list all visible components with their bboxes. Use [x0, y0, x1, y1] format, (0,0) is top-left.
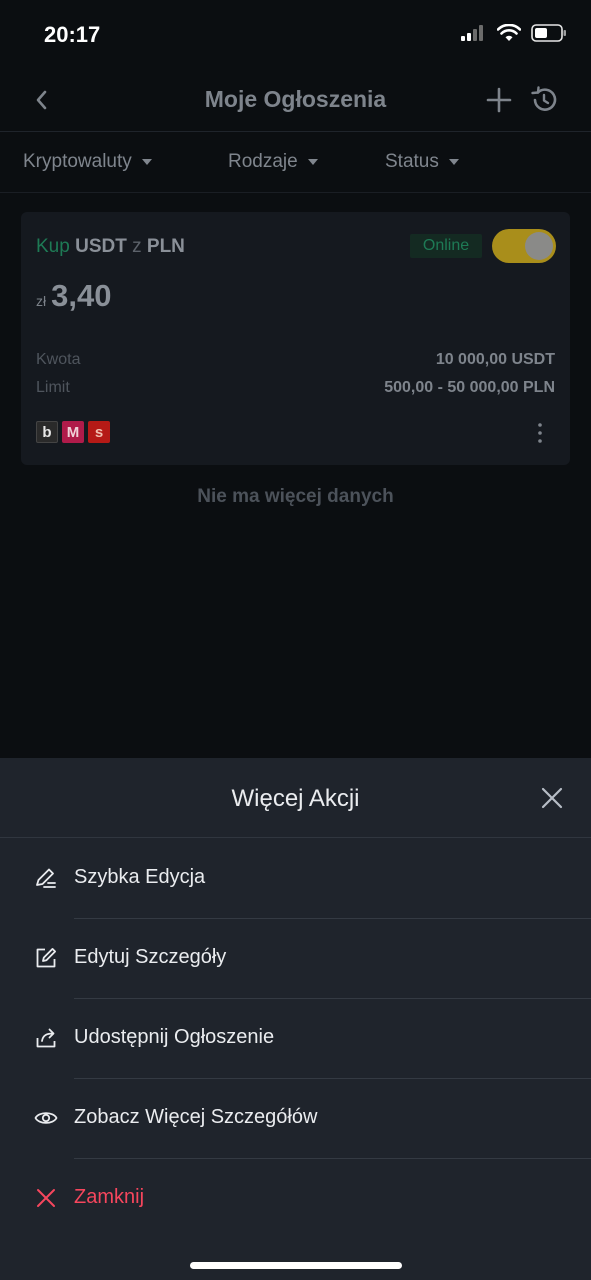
action-close[interactable]: Zamknij — [0, 1159, 591, 1239]
action-label: Zamknij — [74, 1186, 145, 1208]
ad-side: Kup — [36, 236, 70, 257]
action-edit-details[interactable]: Edytuj Szczegóły — [0, 919, 591, 999]
home-indicator[interactable] — [190, 1262, 402, 1269]
share-icon — [36, 1028, 56, 1048]
sheet-title: Więcej Akcji — [231, 785, 360, 812]
filter-status[interactable]: Status — [385, 151, 459, 173]
eye-icon — [34, 1112, 58, 1124]
limit-value: 500,00 - 50 000,00 PLN — [384, 379, 555, 396]
limit-label: Limit — [36, 379, 70, 396]
list-end-text: Nie ma więcej danych — [197, 486, 394, 507]
ad-card[interactable]: Kup USDT z PLN Online zł 3,40 Kwota 10 0… — [21, 212, 570, 465]
ad-price: zł 3,40 — [36, 278, 111, 314]
amount-value: 10 000,00 USDT — [435, 351, 555, 368]
filter-crypto[interactable]: Kryptowaluty — [23, 151, 152, 173]
quick-edit-icon — [36, 868, 56, 888]
filter-type-label: Rodzaje — [228, 151, 298, 172]
caret-down-icon — [307, 159, 318, 165]
status-time: 20:17 — [44, 22, 101, 47]
payment-method-icon: s — [88, 421, 110, 443]
filter-type[interactable]: Rodzaje — [228, 151, 318, 173]
payment-methods: b M s — [36, 421, 110, 443]
status-bar: 20:17 — [0, 0, 591, 70]
caret-down-icon — [448, 159, 459, 165]
status-badge: Online — [410, 234, 482, 258]
filter-bar: Kryptowaluty Rodzaje Status — [0, 133, 591, 193]
sheet-header: Więcej Akcji — [0, 758, 591, 838]
price-value: 3,40 — [51, 278, 112, 313]
payment-method-icon: b — [36, 421, 58, 443]
ad-fiat: PLN — [146, 236, 185, 257]
action-quick-edit[interactable]: Szybka Edycja — [0, 839, 591, 919]
cellular-signal-icon — [461, 25, 483, 41]
ad-connector: z — [132, 236, 142, 257]
history-icon[interactable] — [529, 85, 559, 115]
wifi-icon — [497, 24, 521, 41]
more-actions-sheet: Więcej Akcji Szybka Edycja Edytuj Szczeg… — [0, 758, 591, 1280]
add-icon[interactable] — [485, 86, 513, 114]
action-label: Zobacz Więcej Szczegółów — [74, 1106, 318, 1128]
caret-down-icon — [141, 159, 152, 165]
toggle-knob — [525, 232, 553, 260]
action-label: Udostępnij Ogłoszenie — [74, 1026, 275, 1048]
close-icon[interactable] — [539, 785, 565, 811]
ad-online-toggle[interactable] — [492, 229, 556, 263]
amount-label: Kwota — [36, 351, 81, 368]
action-label: Szybka Edycja — [74, 866, 206, 888]
action-label: Edytuj Szczegóły — [74, 946, 227, 968]
ad-title: Kup USDT z PLN — [36, 236, 185, 258]
close-icon — [37, 1189, 55, 1207]
ad-asset: USDT — [75, 236, 127, 257]
filter-crypto-label: Kryptowaluty — [23, 151, 132, 172]
price-currency: zł — [36, 293, 47, 309]
action-share[interactable]: Udostępnij Ogłoszenie — [0, 999, 591, 1079]
payment-method-icon: M — [62, 421, 84, 443]
more-options-icon[interactable] — [532, 421, 548, 445]
edit-details-icon — [36, 948, 56, 968]
nav-bar: Moje Ogłoszenia — [0, 70, 591, 132]
status-icons — [461, 24, 567, 42]
action-view-details[interactable]: Zobacz Więcej Szczegółów — [0, 1079, 591, 1159]
battery-icon — [531, 24, 566, 42]
filter-status-label: Status — [385, 151, 439, 172]
